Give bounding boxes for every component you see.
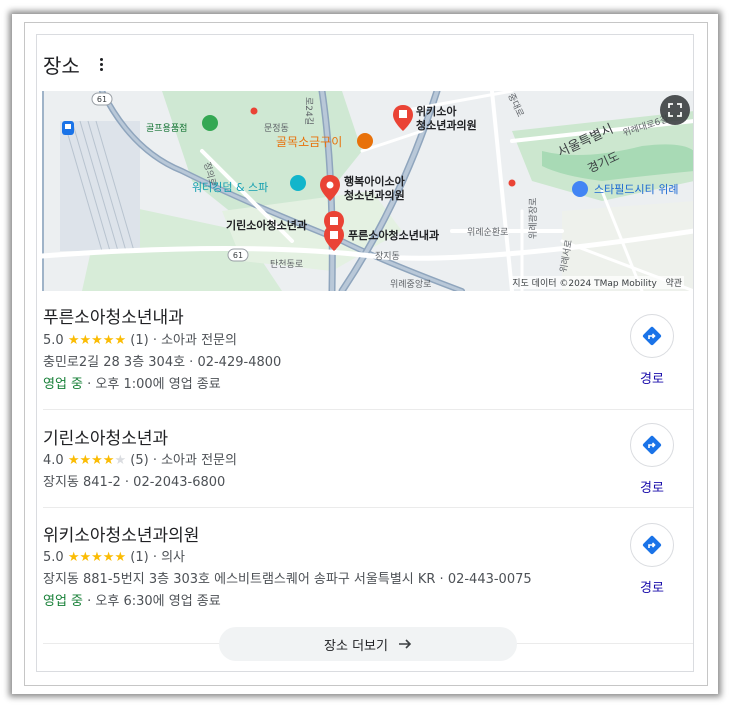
label-happy-2: 청소년과의원 xyxy=(344,188,405,202)
open-status: 영업 중 xyxy=(43,377,84,392)
directions-icon xyxy=(642,535,662,555)
place-category: · 소아과 전문의 xyxy=(152,453,237,468)
place-rating-line: 5.0 ★★★★★ (1) · 소아과 전문의 xyxy=(43,329,237,348)
label-tancheon: 탄천동로 xyxy=(270,259,303,270)
place-address: 충민로2길 28 3층 304호 · 02-429-4800 xyxy=(43,355,282,370)
star-filled-icon: ★ xyxy=(91,550,103,565)
directions-circle[interactable] xyxy=(630,423,674,467)
directions-icon xyxy=(642,435,662,455)
label-jangji-dong: 장지동 xyxy=(375,251,400,262)
star-empty-icon: ★ xyxy=(114,453,127,468)
rating-stars: ★★★★★ xyxy=(68,550,126,565)
label-pureun: 푸른소아청소년내과 xyxy=(348,228,439,242)
more-options-icon[interactable] xyxy=(94,54,110,74)
review-count: (1) xyxy=(130,333,149,348)
label-wirye-jungang: 위례중앙로 xyxy=(390,278,431,290)
label-happy-1: 행복아이소아 xyxy=(344,174,406,188)
label-kirin: 기린소아청소년과 xyxy=(226,218,307,232)
expand-map-button[interactable] xyxy=(660,95,690,125)
panel-header: 장소 xyxy=(43,49,110,79)
label-munjeong-dong: 문정동 xyxy=(264,123,289,134)
places-panel: 장소 61 61 로24길 중대로 정의로 문정동 탄천동로 장지동 위례중앙로… xyxy=(36,34,694,672)
place-address: 장지동 881-5번지 3층 303호 에스비트램스퀘어 송파구 서울특별시 K… xyxy=(43,572,532,587)
label-wirye-gwangjang: 위례광장로 xyxy=(527,198,539,239)
star-filled-icon: ★ xyxy=(79,550,92,565)
directions-button[interactable]: 경로 xyxy=(630,314,674,387)
road-shield-61b: 61 xyxy=(233,251,243,260)
divider xyxy=(43,507,693,508)
arrow-right-icon xyxy=(398,639,412,649)
map-view[interactable]: 61 61 로24길 중대로 정의로 문정동 탄천동로 장지동 위례중앙로 위례… xyxy=(42,91,693,291)
star-filled-icon: ★ xyxy=(114,333,127,348)
directions-label[interactable]: 경로 xyxy=(640,477,664,496)
review-count: (5) xyxy=(130,453,149,468)
place-name[interactable]: 푸른소아청소년내과 xyxy=(43,303,184,328)
place-name[interactable]: 기린소아청소년과 xyxy=(43,424,168,449)
label-golmok: 골목소금구이 xyxy=(276,135,342,149)
star-filled-icon: ★ xyxy=(67,333,80,348)
place-hours: 영업 중 · 오후 1:00에 영업 종료 xyxy=(43,373,221,392)
directions-circle[interactable] xyxy=(630,523,674,567)
label-starfield: 스타필드시티 위례 xyxy=(594,183,678,196)
star-filled-icon: ★ xyxy=(102,550,115,565)
place-category: · 소아과 전문의 xyxy=(152,333,237,348)
expand-icon xyxy=(668,103,682,117)
label-wikisoa-1: 위키소아 xyxy=(416,104,457,118)
divider xyxy=(43,409,693,410)
directions-label[interactable]: 경로 xyxy=(640,577,664,596)
place-hours: 영업 중 · 오후 6:30에 영업 종료 xyxy=(43,590,221,609)
map-terms-link[interactable]: 약관 xyxy=(665,279,682,289)
closing-time: · 오후 6:30에 영업 종료 xyxy=(87,594,221,609)
place-category: · 의사 xyxy=(152,550,185,565)
label-wirye-sunhwan: 위례순환로 xyxy=(467,226,508,238)
star-filled-icon: ★ xyxy=(67,453,80,468)
star-filled-icon: ★ xyxy=(114,550,127,565)
label-golf-shop: 골프용품점 xyxy=(146,122,187,134)
directions-label[interactable]: 경로 xyxy=(640,368,664,387)
more-places-button[interactable]: 장소 더보기 xyxy=(219,627,517,661)
label-wikisoa-2: 청소년과의원 xyxy=(416,118,477,132)
directions-button[interactable]: 경로 xyxy=(630,423,674,496)
star-filled-icon: ★ xyxy=(102,333,115,348)
panel-title: 장소 xyxy=(43,53,80,78)
review-count: (1) xyxy=(130,550,149,565)
place-rating-line: 4.0 ★★★★★ (5) · 소아과 전문의 xyxy=(43,449,237,468)
star-filled-icon: ★ xyxy=(91,333,103,348)
label-ro24gil: 로24길 xyxy=(303,97,314,125)
map-attribution: 지도 데이터 ©2024 TMap Mobility 약관 xyxy=(510,276,684,289)
rating-stars: ★★★★★ xyxy=(68,333,126,348)
rating-stars: ★★★★★ xyxy=(68,453,126,468)
rating-value: 5.0 xyxy=(43,333,64,348)
place-address: 장지동 841-2 · 02-2043-6800 xyxy=(43,475,226,490)
label-waterkingdom: 워터킹덤 & 스파 xyxy=(192,181,268,194)
directions-button[interactable]: 경로 xyxy=(630,523,674,596)
more-places-label: 장소 더보기 xyxy=(324,638,388,654)
directions-circle[interactable] xyxy=(630,314,674,358)
rating-value: 4.0 xyxy=(43,453,64,468)
road-shield-61a: 61 xyxy=(97,95,107,104)
map-data-credit: 지도 데이터 ©2024 TMap Mobility xyxy=(512,279,657,289)
directions-icon xyxy=(642,326,662,346)
closing-time: · 오후 1:00에 영업 종료 xyxy=(87,377,221,392)
star-filled-icon: ★ xyxy=(67,550,80,565)
open-status: 영업 중 xyxy=(43,594,84,609)
place-name[interactable]: 위키소아청소년과의원 xyxy=(43,521,199,546)
star-filled-icon: ★ xyxy=(91,453,103,468)
rating-value: 5.0 xyxy=(43,550,64,565)
star-filled-icon: ★ xyxy=(102,453,115,468)
star-filled-icon: ★ xyxy=(79,333,92,348)
star-filled-icon: ★ xyxy=(79,453,92,468)
place-rating-line: 5.0 ★★★★★ (1) · 의사 xyxy=(43,546,185,565)
